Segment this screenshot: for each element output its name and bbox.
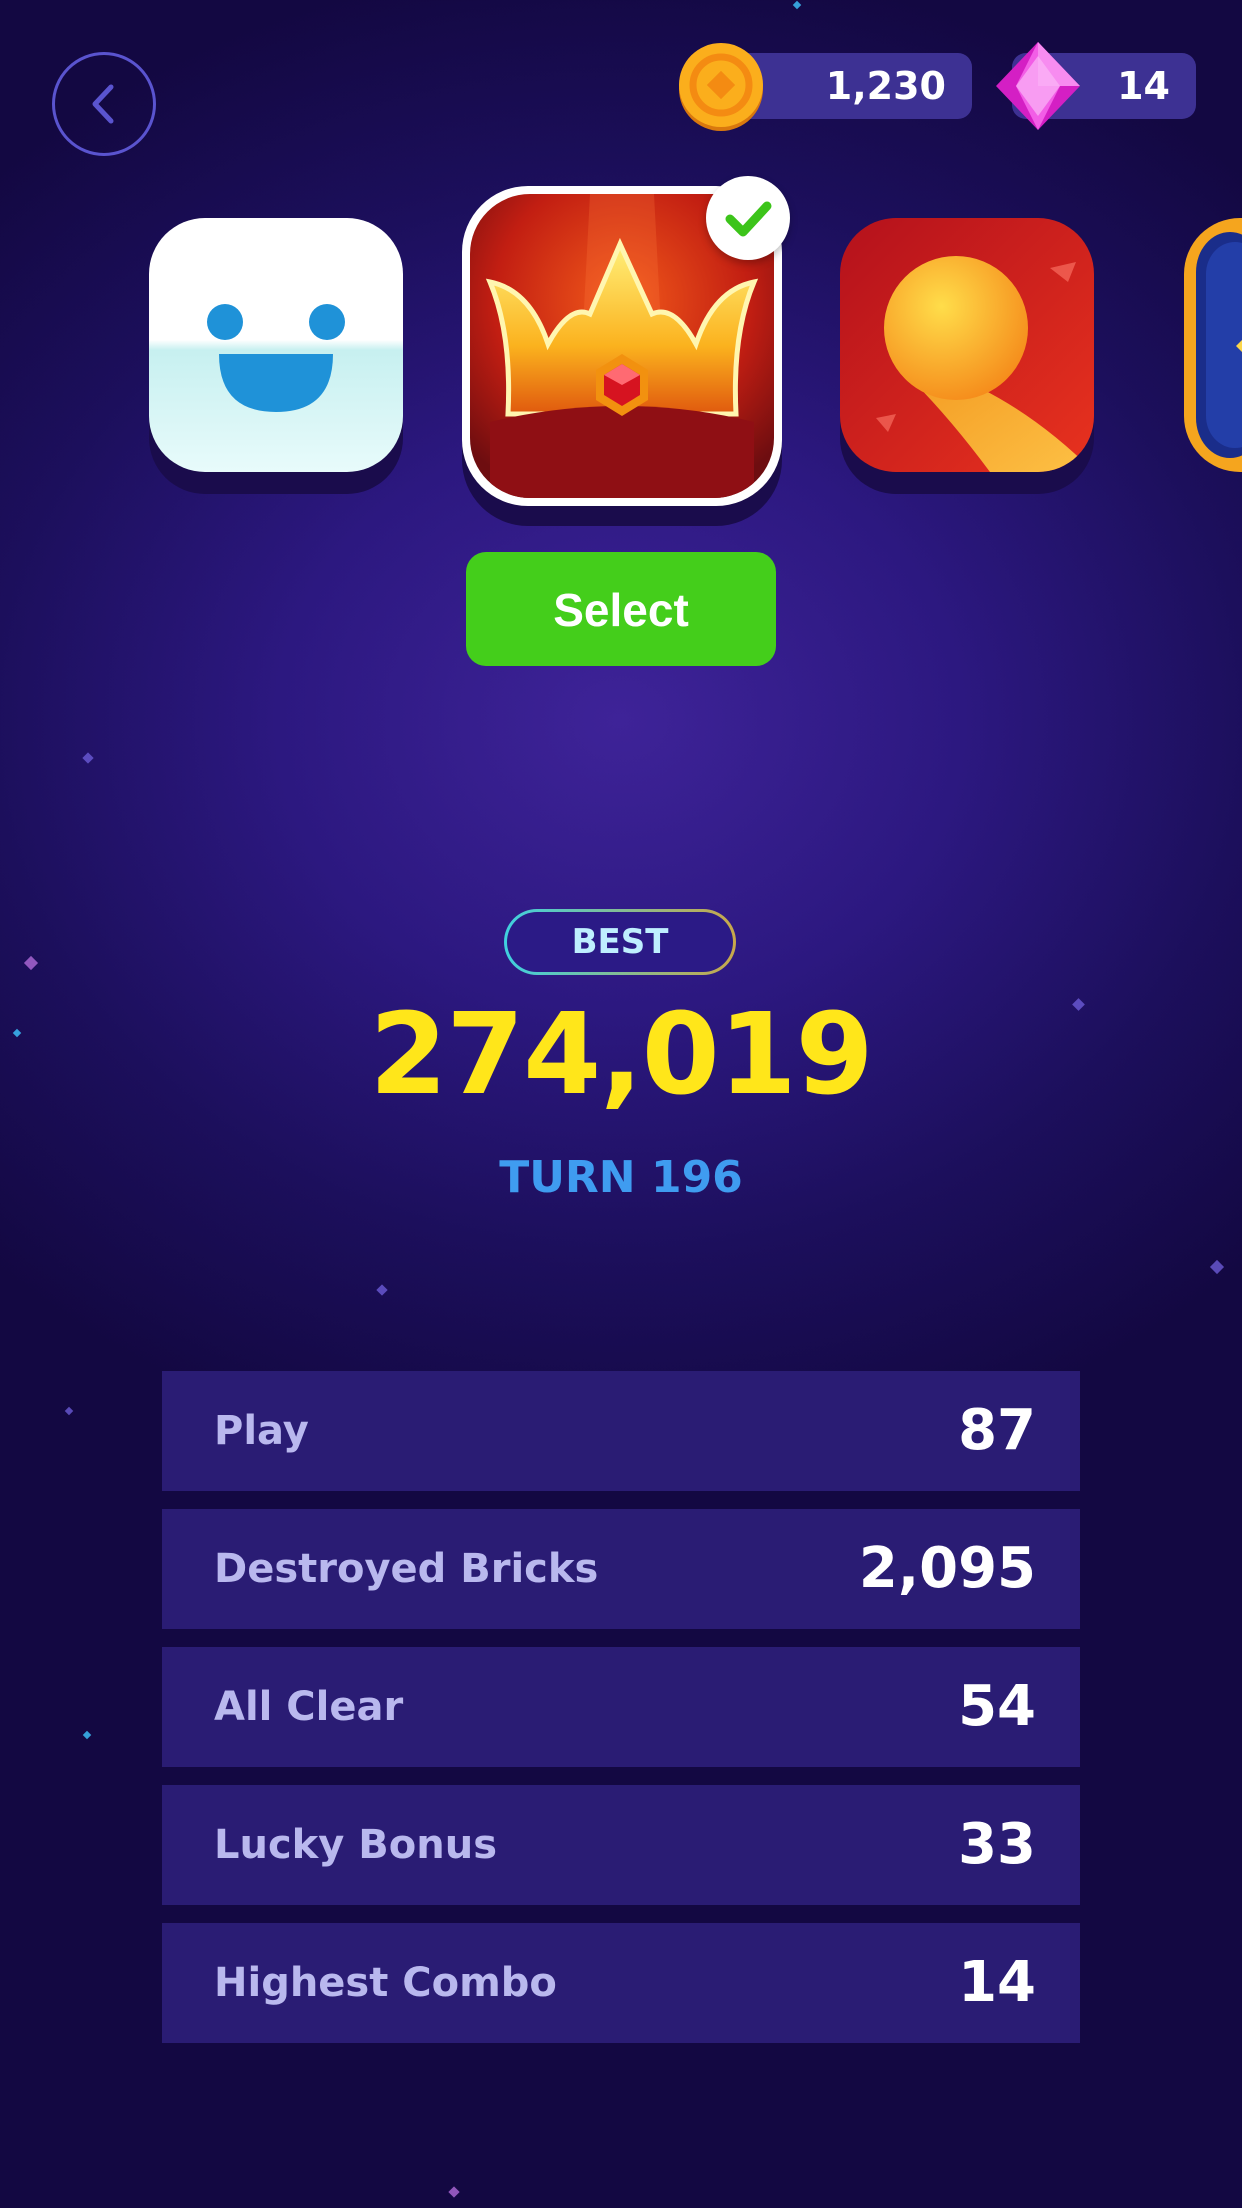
star-decoration [1209, 1259, 1225, 1275]
stat-row-play: Play 87 [162, 1371, 1080, 1491]
stat-value: 87 [958, 1398, 1036, 1463]
checkmark-icon [725, 201, 772, 237]
gem-amount: 14 [1117, 64, 1170, 108]
star-decoration [82, 1730, 92, 1740]
stat-value: 54 [958, 1674, 1036, 1739]
smiley-face-icon [149, 218, 403, 472]
selected-badge [706, 176, 790, 260]
star-decoration [23, 955, 39, 971]
stat-value: 33 [958, 1812, 1036, 1877]
star-decoration [448, 2186, 460, 2198]
star-decoration [12, 1028, 22, 1038]
best-badge: BEST [504, 909, 736, 975]
star-decoration [1072, 998, 1085, 1011]
stat-label: Play [214, 1408, 309, 1454]
star-decoration [792, 0, 802, 10]
theme-fire-ball[interactable] [840, 218, 1094, 472]
star-decoration [82, 752, 94, 764]
stat-label: All Clear [214, 1684, 404, 1730]
best-score: 274,019 [369, 990, 873, 1120]
select-button[interactable]: Select [466, 552, 776, 666]
coin-amount: 1,230 [825, 64, 946, 108]
stat-row-destroyed-bricks: Destroyed Bricks 2,095 [162, 1509, 1080, 1629]
theme-smiley-face[interactable] [149, 218, 403, 472]
chevron-left-icon [92, 84, 114, 124]
stat-label: Destroyed Bricks [214, 1546, 599, 1592]
stat-label: Lucky Bonus [214, 1822, 498, 1868]
back-button[interactable] [52, 52, 156, 156]
stat-value: 14 [958, 1950, 1036, 2015]
stat-row-all-clear: All Clear 54 [162, 1647, 1080, 1767]
stat-label: Highest Combo [214, 1960, 557, 2006]
gold-frame-icon [1184, 218, 1242, 472]
theme-gold-frame[interactable] [1184, 218, 1242, 472]
stat-value: 2,095 [858, 1536, 1036, 1601]
best-turn: TURN 196 [499, 1152, 743, 1203]
stat-row-lucky-bonus: Lucky Bonus 33 [162, 1785, 1080, 1905]
gem-icon [996, 42, 1080, 130]
fire-ball-icon [840, 218, 1094, 472]
stat-row-highest-combo: Highest Combo 14 [162, 1923, 1080, 2043]
coin-icon [679, 43, 763, 131]
star-decoration [64, 1406, 74, 1416]
star-decoration [376, 1284, 388, 1296]
